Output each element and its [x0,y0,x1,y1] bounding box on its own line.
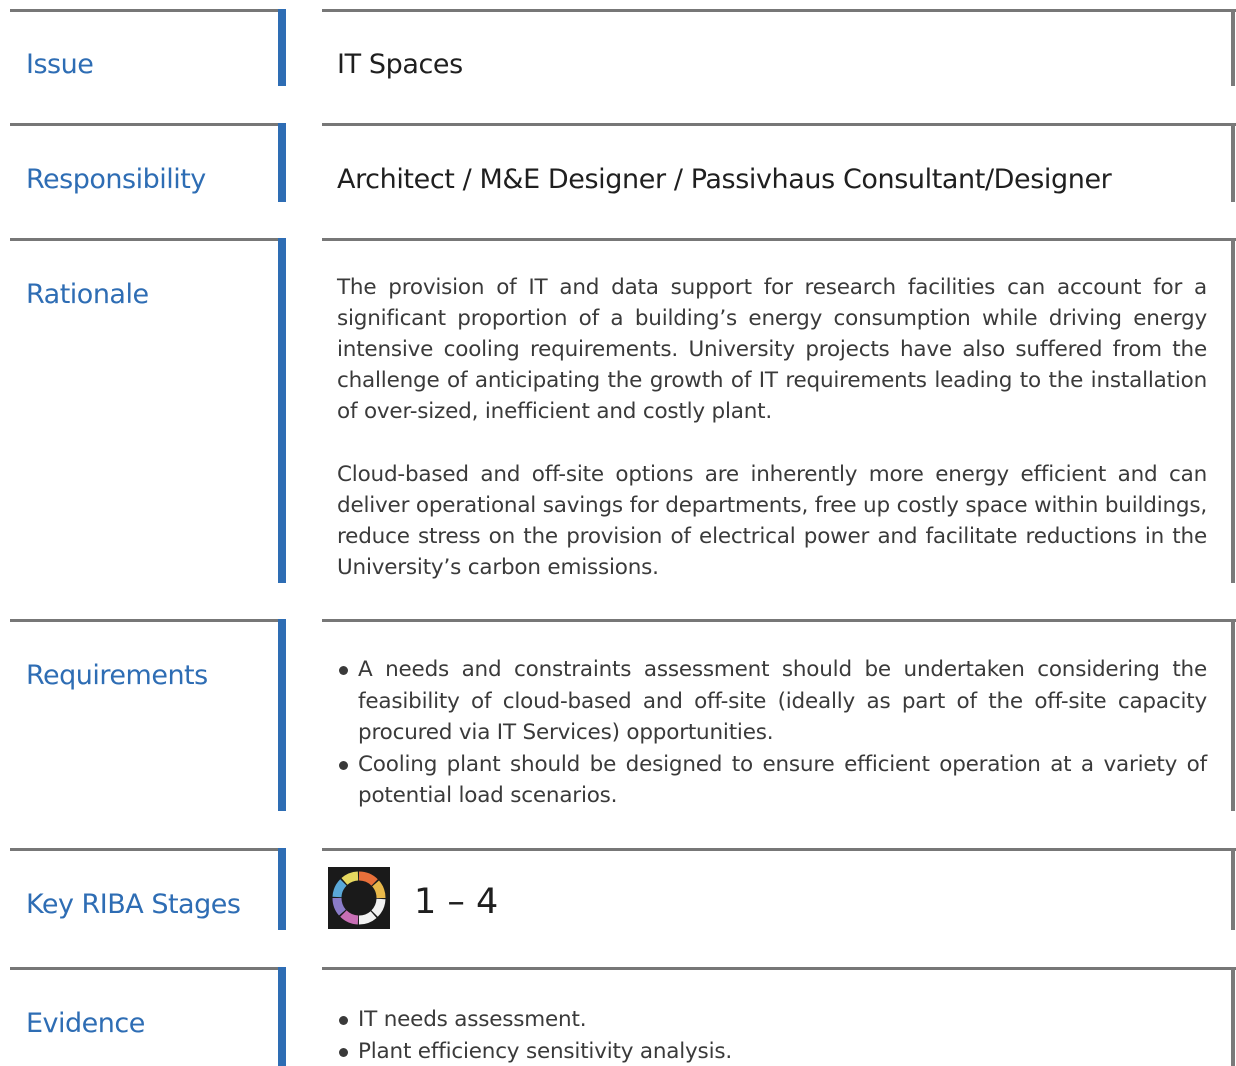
issue-edge-bar [1231,9,1235,86]
list-item: Plant efficiency sensitivity analysis. [337,1036,1207,1066]
rationale-accent-bar [278,238,286,583]
evidence-edge-bar [1231,967,1235,1066]
issue-value: IT Spaces [337,49,463,80]
requirements-divider-left [10,619,286,622]
evidence-divider-right [322,967,1236,970]
evidence-list: IT needs assessment. Plant efficiency se… [337,1004,1207,1066]
issue-accent-bar [278,9,286,86]
evidence-accent-bar [278,967,286,1066]
rationale-divider-left [10,238,286,241]
riba-divider-right [322,848,1236,851]
requirements-edge-bar [1231,619,1235,811]
rationale-label: Rationale [26,279,149,310]
rationale-edge-bar [1231,238,1235,583]
responsibility-divider-left [10,123,286,126]
riba-accent-bar [278,848,286,930]
bullet-icon [339,1016,348,1025]
evidence-label: Evidence [26,1008,145,1039]
requirement-text: Cooling plant should be designed to ensu… [358,751,1207,809]
evidence-text: IT needs assessment. [358,1007,587,1032]
responsibility-accent-bar [278,123,286,202]
bullet-icon [339,1047,348,1057]
riba-label: Key RIBA Stages [26,889,241,920]
list-item: IT needs assessment. [337,1004,1207,1036]
issue-divider-right [322,9,1236,12]
responsibility-divider-right [322,123,1236,126]
requirements-divider-right [322,619,1236,622]
evidence-text: Plant efficiency sensitivity analysis. [358,1038,732,1064]
rationale-divider-right [322,238,1236,241]
responsibility-label: Responsibility [26,164,206,195]
requirements-accent-bar [278,619,286,811]
rationale-paragraph-1: The provision of IT and data support for… [337,275,1207,424]
list-item: A needs and constraints assessment shoul… [337,654,1207,749]
issue-divider-left [10,9,286,12]
list-item: Cooling plant should be designed to ensu… [337,749,1207,812]
evidence-divider-left [10,967,286,970]
bullet-icon [339,666,348,675]
riba-divider-left [10,848,286,851]
requirements-list: A needs and constraints assessment shoul… [337,654,1207,812]
responsibility-value: Architect / M&E Designer / Passivhaus Co… [337,164,1112,195]
requirement-text: A needs and constraints assessment shoul… [358,657,1207,745]
responsibility-edge-bar [1231,123,1235,202]
issue-label: Issue [26,49,94,80]
riba-plan-of-work-wheel-icon [328,867,390,929]
requirements-label: Requirements [26,660,208,691]
bullet-icon [339,760,348,770]
riba-edge-bar [1231,848,1235,930]
rationale-paragraph-2: Cloud-based and off-site options are inh… [337,462,1207,580]
riba-stages-value: 1 – 4 [414,882,499,922]
